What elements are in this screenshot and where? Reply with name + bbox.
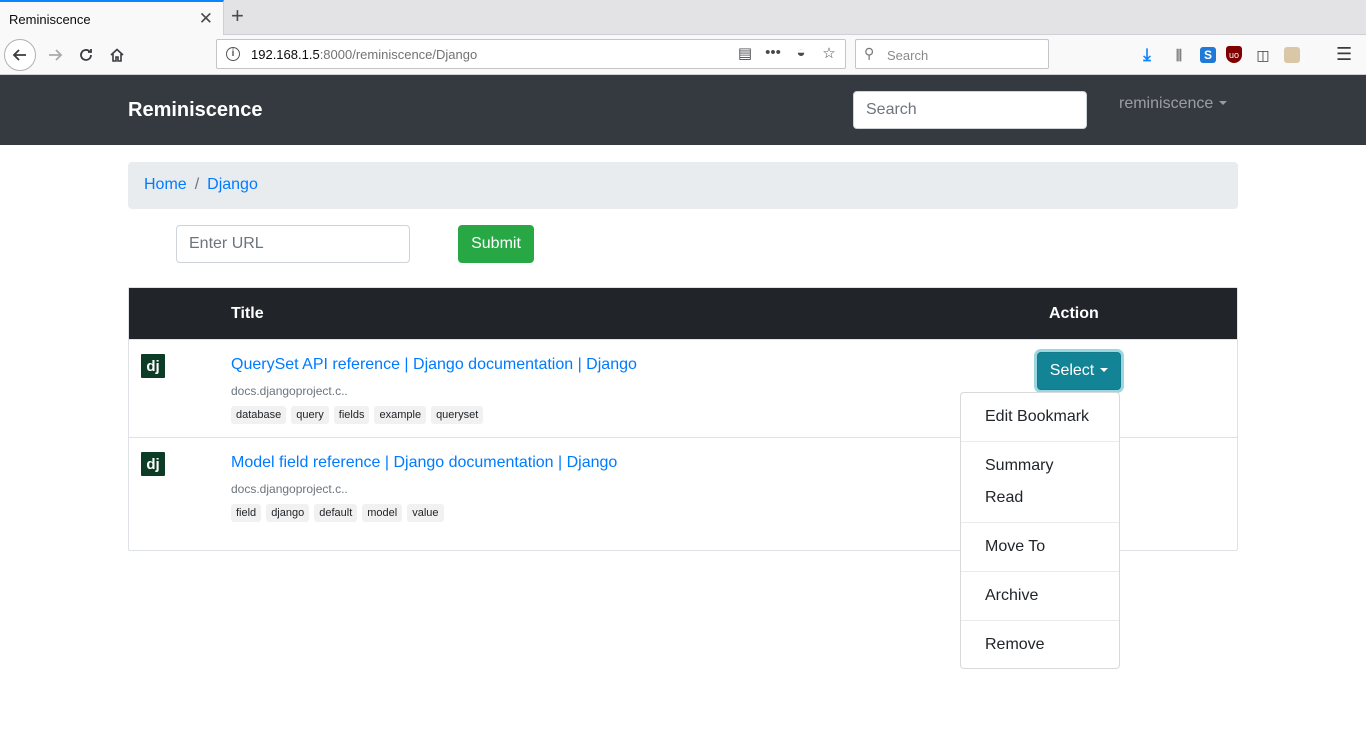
select-dropdown-button[interactable]: Select: [1037, 352, 1121, 390]
forward-button[interactable]: [39, 39, 71, 71]
browser-search-placeholder: Search: [887, 48, 929, 63]
browser-search[interactable]: ⚲ Search: [855, 39, 1049, 69]
extension-icon[interactable]: [1284, 47, 1300, 63]
reader-view-icon[interactable]: ▤: [735, 44, 755, 62]
url-path: :8000/reminiscence/Django: [319, 47, 478, 62]
tag[interactable]: query: [291, 406, 329, 424]
brand-logo[interactable]: Reminiscence: [128, 99, 263, 122]
bookmark-title-link[interactable]: Model field reference | Django documenta…: [231, 454, 617, 472]
menu-item-read[interactable]: Read: [961, 482, 1119, 514]
toolbar-icons: ⤓ ⫼ S uo ◫: [1136, 44, 1300, 66]
tag[interactable]: example: [374, 406, 427, 424]
menu-item-edit-bookmark[interactable]: Edit Bookmark: [961, 401, 1119, 433]
arrow-left-icon: [12, 49, 26, 61]
action-dropdown-menu: Edit Bookmark Summary Read Move To Archi…: [960, 392, 1120, 669]
pocket-icon[interactable]: ◒: [791, 44, 811, 62]
home-button[interactable]: [101, 39, 133, 71]
bookmark-star-icon[interactable]: ☆: [819, 44, 839, 62]
arrow-right-icon: [49, 49, 63, 61]
home-icon: [110, 48, 124, 62]
menu-item-move-to[interactable]: Move To: [961, 531, 1119, 563]
hamburger-menu-icon[interactable]: ☰: [1336, 44, 1352, 65]
reload-button[interactable]: [70, 39, 102, 71]
breadcrumb-home[interactable]: Home: [144, 176, 187, 195]
menu-item-remove[interactable]: Remove: [961, 629, 1119, 661]
dropdown-divider: [961, 522, 1119, 523]
submit-button[interactable]: Submit: [458, 225, 534, 263]
ublock-icon[interactable]: uo: [1226, 46, 1242, 63]
info-icon[interactable]: i: [226, 47, 240, 61]
menu-item-archive[interactable]: Archive: [961, 580, 1119, 612]
browser-toolbar: i 192.168.1.5:8000/reminiscence/Django ▤…: [0, 35, 1366, 75]
tag[interactable]: value: [407, 504, 444, 522]
search-input[interactable]: [853, 91, 1087, 129]
library-icon[interactable]: ⫼: [1168, 44, 1190, 66]
chevron-down-icon: [1219, 101, 1228, 105]
tag[interactable]: django: [266, 504, 310, 522]
address-bar[interactable]: i 192.168.1.5:8000/reminiscence/Django ▤…: [216, 39, 846, 69]
url-host: 192.168.1.5: [251, 47, 320, 62]
tag-list: field django default model value: [231, 504, 444, 522]
bookmark-title-link[interactable]: QuerySet API reference | Django document…: [231, 356, 637, 374]
browser-tab[interactable]: Reminiscence ✕: [0, 0, 224, 35]
page-actions-icon[interactable]: •••: [763, 44, 783, 62]
search-icon: ⚲: [864, 45, 875, 61]
reload-icon: [80, 49, 92, 61]
column-header-action: Action: [1049, 305, 1099, 322]
bookmark-url: docs.djangoproject.c..: [231, 384, 348, 398]
tag[interactable]: queryset: [431, 406, 484, 424]
bookmark-url: docs.djangoproject.c..: [231, 482, 348, 496]
table-header: Title Action: [129, 288, 1237, 339]
tag[interactable]: model: [362, 504, 403, 522]
download-icon[interactable]: ⤓: [1136, 44, 1158, 66]
menu-item-summary[interactable]: Summary: [961, 450, 1119, 482]
dropdown-divider: [961, 441, 1119, 442]
url-text[interactable]: 192.168.1.5:8000/reminiscence/Django: [251, 47, 477, 62]
tag[interactable]: default: [314, 504, 358, 522]
breadcrumb-current[interactable]: Django: [207, 176, 258, 195]
new-tab-icon[interactable]: +: [231, 5, 244, 27]
dropdown-divider: [961, 620, 1119, 621]
tag-list: database query fields example queryset: [231, 406, 484, 424]
breadcrumb-separator: /: [194, 176, 200, 193]
tag[interactable]: database: [231, 406, 287, 424]
sidebar-icon[interactable]: ◫: [1252, 44, 1274, 66]
breadcrumb: Home / Django: [128, 162, 1238, 209]
user-menu[interactable]: reminiscence: [1119, 95, 1228, 113]
tag[interactable]: fields: [333, 406, 370, 424]
dropdown-divider: [961, 571, 1119, 572]
column-header-title: Title: [231, 305, 264, 322]
app-navbar: Reminiscence reminiscence: [0, 75, 1366, 145]
caret-down-icon: [1100, 368, 1109, 372]
extension-s-icon[interactable]: S: [1200, 47, 1216, 63]
django-favicon-icon: dj: [141, 452, 165, 476]
back-button[interactable]: [4, 39, 36, 71]
user-menu-label: reminiscence: [1119, 95, 1214, 112]
url-actions: ▤ ••• ◒ ☆: [735, 44, 839, 62]
tab-title: Reminiscence: [9, 12, 91, 27]
select-label: Select: [1049, 362, 1095, 379]
browser-tabbar: Reminiscence ✕ +: [0, 0, 1366, 35]
tab-close-icon[interactable]: ✕: [199, 10, 213, 27]
tag[interactable]: field: [231, 504, 262, 522]
django-favicon-icon: dj: [141, 354, 165, 378]
url-input[interactable]: [176, 225, 410, 263]
